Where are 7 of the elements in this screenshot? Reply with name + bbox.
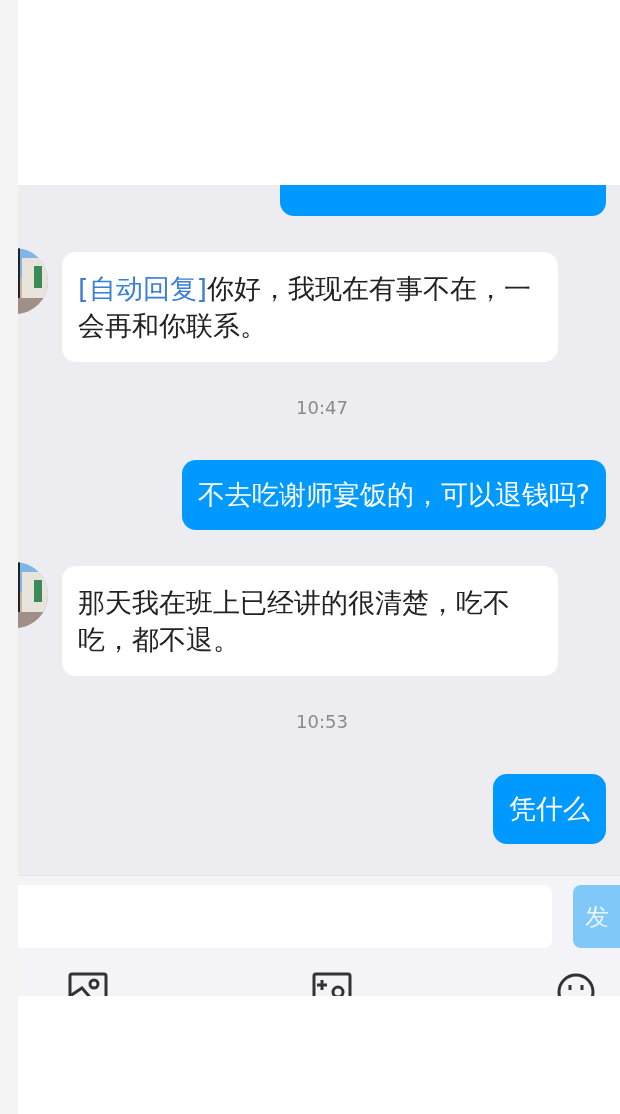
send-button[interactable]: 发 (573, 885, 620, 948)
message-bubble: 那天我在班上已经讲的很清楚，吃不吃，都不退。 (62, 566, 558, 676)
message-bubble: 凭什么 (493, 774, 606, 844)
timestamp: 10:47 (296, 397, 348, 418)
message-bubble: [自动回复]你好，我现在有事不在，一会再和你联系。 (62, 252, 558, 362)
message-bubble: 不去吃谢师宴饭的，可以退钱吗? (181, 460, 606, 530)
timestamp: 10:53 (296, 711, 348, 732)
